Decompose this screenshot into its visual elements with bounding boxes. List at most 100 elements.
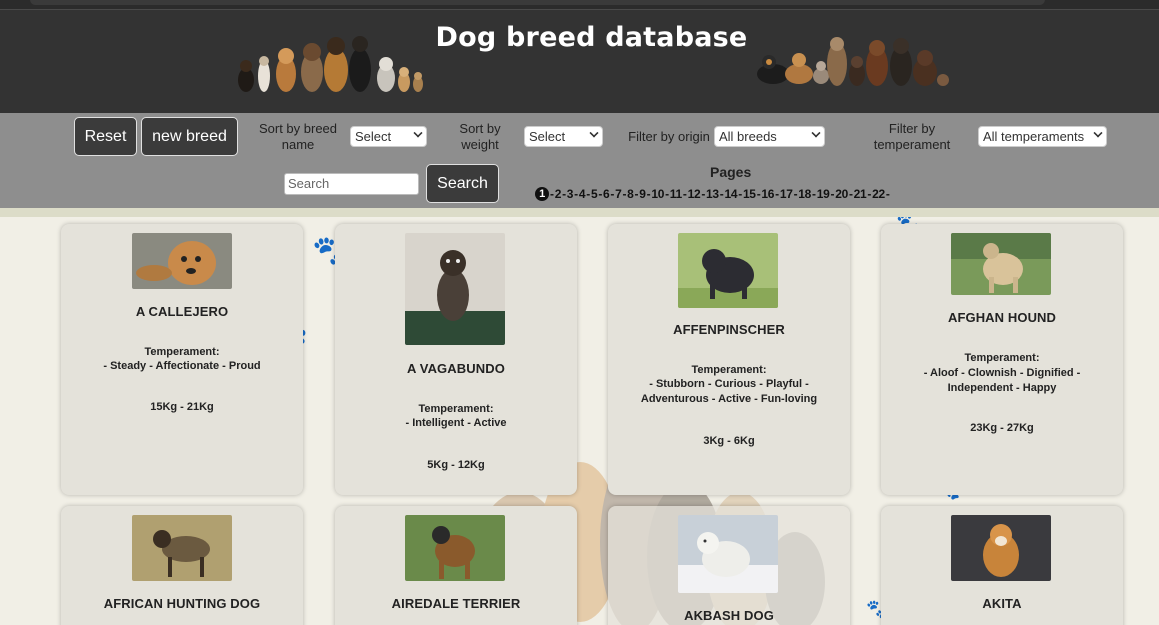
breed-card[interactable]: A CALLEJERO Temperament: - Steady - Affe… (61, 224, 303, 495)
sort-name-select[interactable]: Select (350, 126, 427, 147)
breed-name: AKBASH DOG (684, 608, 774, 623)
page-separator: - (885, 187, 890, 201)
sort-weight-label: Sort by weight (459, 121, 501, 152)
temperament-label: Temperament: (691, 364, 767, 376)
breed-name: A CALLEJERO (135, 304, 229, 319)
page-link[interactable]: 18 (798, 187, 811, 201)
breed-card[interactable]: AKITA (881, 506, 1123, 625)
breed-photo (132, 515, 232, 581)
breed-name: A VAGABUNDO (407, 361, 505, 376)
page-link[interactable]: 5 (591, 187, 598, 201)
breed-card[interactable]: AKBASH DOG (608, 506, 850, 625)
search-input[interactable]: Search (284, 173, 419, 195)
page-separator: - (682, 187, 687, 201)
dog-group-right-illustration (755, 34, 950, 88)
pages-label: Pages (710, 164, 752, 180)
breed-photo (678, 233, 778, 308)
chevron-down-icon (413, 128, 423, 138)
page-link[interactable]: 21 (854, 187, 867, 201)
page-separator: - (756, 187, 761, 201)
breed-photo (951, 233, 1051, 295)
search-button[interactable]: Search (426, 164, 499, 203)
temperament-text: - Intelligent - Active (405, 417, 507, 429)
page-link[interactable]: 13 (706, 187, 719, 201)
breed-photo (405, 233, 505, 345)
page-separator: - (574, 187, 578, 201)
page-separator: - (867, 187, 872, 201)
page-separator: - (701, 187, 706, 201)
page-link-current[interactable]: 1 (535, 187, 549, 201)
page-link[interactable]: 12 (688, 187, 701, 201)
sort-weight-select[interactable]: Select (524, 126, 603, 147)
page-link[interactable]: 2 (555, 187, 562, 201)
page-link[interactable]: 22 (872, 187, 885, 201)
page-link[interactable]: 20 (835, 187, 848, 201)
dogs-illustration-right (757, 37, 949, 86)
page-separator: - (622, 187, 627, 201)
breed-name: AFRICAN HUNTING DOG (103, 596, 261, 611)
breed-name: AKITA (982, 596, 1022, 611)
page-link[interactable]: 10 (651, 187, 664, 201)
weight-range: 5Kg - 12Kg (427, 459, 485, 471)
breed-card[interactable]: AIREDALE TERRIER (335, 506, 577, 625)
breed-card[interactable]: AFFENPINSCHER Temperament: - Stubborn - … (608, 224, 850, 495)
browser-address-bar[interactable] (30, 0, 1045, 5)
page-separator: - (634, 187, 639, 201)
page-link[interactable]: 6 (603, 187, 610, 201)
new-breed-button[interactable]: new breed (141, 117, 238, 156)
temperament-filter-label: Filter by temperament (873, 121, 951, 152)
chevron-down-icon (1093, 128, 1103, 138)
weight-range: 15Kg - 21Kg (150, 401, 214, 413)
breed-photo (132, 233, 232, 289)
origin-filter-label: Filter by origin (628, 129, 710, 144)
weight-range: 23Kg - 27Kg (970, 422, 1034, 434)
temperament-label: Temperament: (144, 346, 220, 358)
page-link[interactable]: 16 (761, 187, 774, 201)
page-header: Dog breed database (0, 9, 1159, 113)
sort-name-label: Sort by breed name (258, 121, 338, 152)
header-divider (0, 208, 1159, 217)
sort-weight-value: Select (529, 129, 566, 144)
temperament-text: - Stubborn - Curious - Playful - Adventu… (640, 378, 818, 405)
filter-toolbar: Reset new breed Sort by breed name Selec… (0, 113, 1159, 208)
page-separator: - (719, 187, 724, 201)
page-link[interactable]: 11 (670, 187, 682, 201)
page-link[interactable]: 7 (615, 187, 622, 201)
pagination: 1 -2-3-4-5-6-7-8-9-10-11-12-13-14-15-16-… (535, 187, 891, 201)
page-link[interactable]: 14 (724, 187, 737, 201)
breed-card[interactable]: AFRICAN HUNTING DOG (61, 506, 303, 625)
page-separator: - (848, 187, 853, 201)
page-link[interactable]: 4 (579, 187, 586, 201)
page-separator: - (562, 187, 566, 201)
page-link[interactable]: 19 (817, 187, 830, 201)
page-link[interactable]: 15 (743, 187, 756, 201)
temperament-filter-value: All temperaments (983, 129, 1085, 144)
breed-photo (951, 515, 1051, 581)
temperament-label: Temperament: (418, 403, 494, 415)
page-separator: - (550, 187, 554, 201)
page-separator: - (610, 187, 615, 201)
reset-button[interactable]: Reset (74, 117, 137, 156)
page-separator: - (738, 187, 742, 201)
page-separator: - (812, 187, 816, 201)
temperament-text: - Aloof - Clownish - Dignified - Indepen… (923, 367, 1081, 394)
breed-grid: 🐾 🐾 🐾 🐾 🐾 🐾 🐾 🐾 🐾 🐾 🐾 🐾 🐾 🐾 🐾 🐾 🐾 🐾 A CA… (0, 217, 1159, 625)
page-link[interactable]: 17 (780, 187, 793, 201)
weight-range: 3Kg - 6Kg (703, 435, 755, 447)
page-separator: - (830, 187, 835, 201)
sort-name-value: Select (355, 129, 392, 144)
page-link[interactable]: 9 (639, 187, 646, 201)
temperament-text: - Steady - Affectionate - Proud (103, 360, 261, 372)
breed-name: AFGHAN HOUND (947, 310, 1057, 325)
page-link[interactable]: 3 (567, 187, 574, 201)
chevron-down-icon (589, 128, 599, 138)
page-separator: - (646, 187, 651, 201)
breed-photo (678, 515, 778, 593)
temperament-filter-select[interactable]: All temperaments (978, 126, 1107, 147)
page-separator: - (665, 187, 669, 201)
temperament-label: Temperament: (964, 352, 1040, 364)
breed-card[interactable]: AFGHAN HOUND Temperament: - Aloof - Clow… (881, 224, 1123, 495)
page-link[interactable]: 8 (627, 187, 634, 201)
origin-filter-select[interactable]: All breeds (714, 126, 825, 147)
breed-card[interactable]: A VAGABUNDO Temperament: - Intelligent -… (335, 224, 577, 495)
